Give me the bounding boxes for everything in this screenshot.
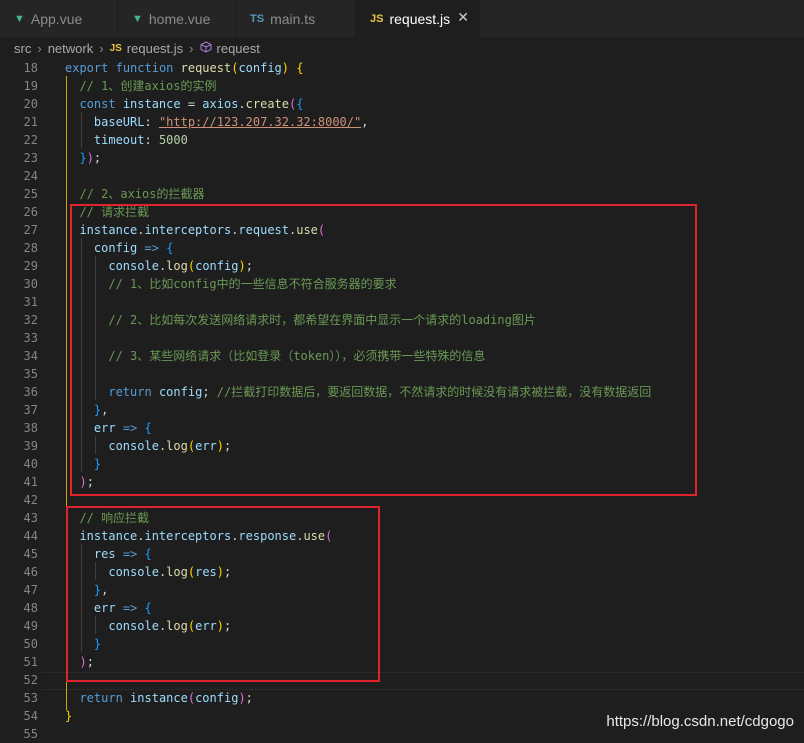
line-number: 35 xyxy=(23,367,38,381)
breadcrumb: src › network › JS request.js › request xyxy=(0,37,804,59)
line-number: 37 xyxy=(23,403,38,417)
line-number: 18 xyxy=(23,61,38,75)
line-number: 30 xyxy=(23,277,38,291)
line-number: 31 xyxy=(23,295,38,309)
tab-label: request.js xyxy=(389,10,451,27)
highlight-box-request-interceptor xyxy=(70,204,697,496)
code-text: const instance = axios.create({ xyxy=(79,97,304,111)
tab-request-js[interactable]: JS request.js ✕ xyxy=(356,0,480,37)
line-number: 47 xyxy=(23,583,38,597)
line-number: 38 xyxy=(23,421,38,435)
close-icon[interactable]: ✕ xyxy=(457,9,469,26)
line-number: 41 xyxy=(23,475,38,489)
code-text: } xyxy=(65,709,73,723)
line-number: 23 xyxy=(23,151,38,165)
code-text: baseURL: "http://123.207.32.32:8000/", xyxy=(93,115,369,129)
line-number: 53 xyxy=(23,691,38,705)
breadcrumb-item-file[interactable]: request.js xyxy=(127,41,183,56)
chevron-right-icon: › xyxy=(189,40,194,56)
tab-label: main.ts xyxy=(270,10,316,27)
line-number: 19 xyxy=(23,79,38,93)
function-cube-icon xyxy=(200,40,212,56)
line-number: 24 xyxy=(23,169,38,183)
code-editor[interactable]: 18 export function request(config) { 19 //… xyxy=(0,59,804,743)
code-line[interactable]: 18 export function request(config) { xyxy=(0,59,804,77)
line-number: 27 xyxy=(23,223,38,237)
line-number: 40 xyxy=(23,457,38,471)
code-text: return instance(config); xyxy=(79,691,253,705)
line-number: 32 xyxy=(23,313,38,327)
line-number: 42 xyxy=(23,493,38,507)
vue-icon: ▼ xyxy=(132,12,143,25)
javascript-icon: JS xyxy=(370,12,384,25)
watermark: https://blog.csdn.net/cdgogo xyxy=(606,713,794,730)
line-number: 44 xyxy=(23,529,38,543)
highlight-box-response-interceptor xyxy=(66,506,380,682)
line-number: 28 xyxy=(23,241,38,255)
line-number: 34 xyxy=(23,349,38,363)
line-number: 25 xyxy=(23,187,38,201)
code-line[interactable]: 24 xyxy=(0,167,804,185)
javascript-icon: JS xyxy=(109,42,122,54)
line-number: 22 xyxy=(23,133,38,147)
line-number: 29 xyxy=(23,259,38,273)
code-line[interactable]: 19 // 1、创建axios的实例 xyxy=(0,77,804,95)
tab-main-ts[interactable]: TS main.ts xyxy=(236,0,356,37)
tab-label: App.vue xyxy=(30,10,83,27)
code-text: // 2、axios的拦截器 xyxy=(79,187,205,201)
line-number: 54 xyxy=(23,709,38,723)
line-number: 48 xyxy=(23,601,38,615)
line-number: 33 xyxy=(23,331,38,345)
line-number: 36 xyxy=(23,385,38,399)
breadcrumb-item-src[interactable]: src xyxy=(14,41,31,56)
line-number: 26 xyxy=(23,205,38,219)
line-number: 46 xyxy=(23,565,38,579)
tab-label: home.vue xyxy=(148,10,211,27)
line-number: 20 xyxy=(23,97,38,111)
line-number: 50 xyxy=(23,637,38,651)
tab-bar: ▼ App.vue ▼ home.vue TS main.ts JS reque… xyxy=(0,0,804,37)
breadcrumb-item-symbol[interactable]: request xyxy=(217,41,260,56)
chevron-right-icon: › xyxy=(99,40,104,56)
line-number: 45 xyxy=(23,547,38,561)
typescript-icon: TS xyxy=(250,12,265,25)
code-line[interactable]: 53 return instance(config); xyxy=(0,689,804,707)
code-text: // 1、创建axios的实例 xyxy=(79,79,217,93)
tab-app-vue[interactable]: ▼ App.vue xyxy=(0,0,118,37)
chevron-right-icon: › xyxy=(37,40,42,56)
vue-icon: ▼ xyxy=(14,12,25,25)
line-number: 55 xyxy=(23,727,38,741)
code-text: timeout: 5000 xyxy=(93,133,188,147)
line-number: 21 xyxy=(23,115,38,129)
code-line[interactable]: 23 }); xyxy=(0,149,804,167)
line-number: 43 xyxy=(23,511,38,525)
tab-home-vue[interactable]: ▼ home.vue xyxy=(118,0,236,37)
line-number: 51 xyxy=(23,655,38,669)
line-number: 49 xyxy=(23,619,38,633)
breadcrumb-item-network[interactable]: network xyxy=(48,41,94,56)
code-line[interactable]: 21 baseURL: "http://123.207.32.32:8000/"… xyxy=(0,113,804,131)
code-text: export function request(config) { xyxy=(65,61,304,75)
line-number: 39 xyxy=(23,439,38,453)
code-line[interactable]: 25 // 2、axios的拦截器 xyxy=(0,185,804,203)
code-text: }); xyxy=(79,151,102,165)
line-number: 52 xyxy=(23,673,38,687)
code-line[interactable]: 22 timeout: 5000 xyxy=(0,131,804,149)
code-line[interactable]: 20 const instance = axios.create({ xyxy=(0,95,804,113)
